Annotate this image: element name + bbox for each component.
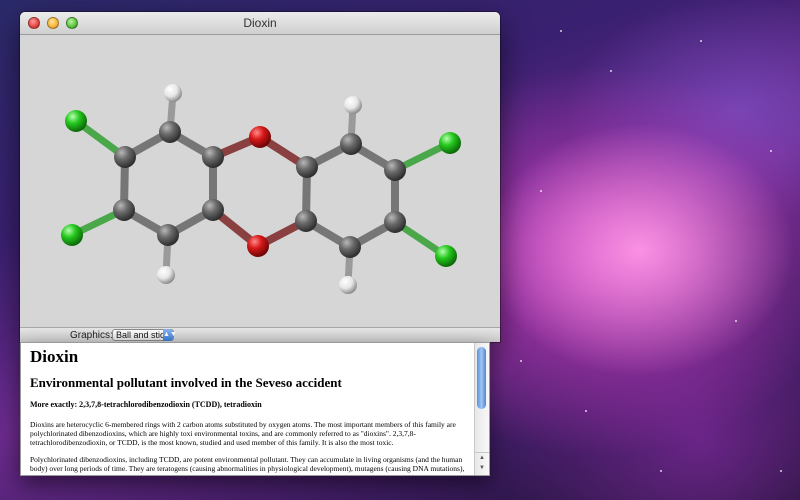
graphics-label: Graphics: [70,330,113,341]
window-titlebar[interactable]: Dioxin [20,12,500,35]
scroll-thumb[interactable] [477,347,486,409]
carbon-atom[interactable] [384,211,406,233]
carbon-atom[interactable] [296,156,318,178]
star [660,470,662,472]
star [780,470,782,472]
star [585,410,587,412]
carbon-atom[interactable] [113,199,135,221]
star [560,30,562,32]
carbon-atom[interactable] [384,159,406,181]
star [540,190,542,192]
molecule-window: Dioxin Graphics: Ball and stick ▲▼ [20,12,500,342]
info-paragraph: Dioxins are heterocyclic 6-membered ring… [30,420,456,447]
star [520,360,522,362]
molecule-viewer[interactable] [20,35,500,327]
updown-arrows-icon: ▲▼ [163,329,177,341]
chlorine-atom[interactable] [61,224,83,246]
carbon-atom[interactable] [295,210,317,232]
scroll-arrows-icon[interactable]: ▲ ▼ [475,452,489,475]
graphics-statusbar: Graphics: Ball and stick ▲▼ [20,327,500,342]
carbon-atom[interactable] [202,199,224,221]
info-content: Dioxin Environmental pollutant involved … [30,347,475,475]
info-exact-name: More exactly: 2,3,7,8-tetrachlorodibenzo… [30,400,262,409]
star [770,150,772,152]
hydrogen-atom[interactable] [339,276,357,294]
info-panel: Dioxin Environmental pollutant involved … [20,342,490,476]
graphics-mode-select[interactable]: Ball and stick ▲▼ [112,329,177,341]
carbon-atom[interactable] [114,146,136,168]
window-title: Dioxin [243,16,277,30]
carbon-atom[interactable] [339,236,361,258]
info-heading: Dioxin [30,347,79,366]
carbon-atom[interactable] [159,121,181,143]
hydrogen-atom[interactable] [344,96,362,114]
graphics-mode-value: Ball and stick [116,330,170,340]
chlorine-atom[interactable] [65,110,87,132]
carbon-atom[interactable] [340,133,362,155]
info-scrollbar[interactable]: ▲ ▼ [474,343,489,475]
star [610,70,612,72]
hydrogen-atom[interactable] [164,84,182,102]
chlorine-atom[interactable] [439,132,461,154]
info-paragraph: Polychlorinated dibenzodioxins, includin… [30,455,465,475]
star [735,320,737,322]
oxygen-atom[interactable] [247,235,269,257]
carbon-atom[interactable] [157,224,179,246]
molecule-canvas[interactable] [20,35,500,327]
star [700,40,702,42]
hydrogen-atom[interactable] [157,266,175,284]
chlorine-atom[interactable] [435,245,457,267]
oxygen-atom[interactable] [249,126,271,148]
info-subheading: Environmental pollutant involved in the … [30,375,342,390]
carbon-atom[interactable] [202,146,224,168]
